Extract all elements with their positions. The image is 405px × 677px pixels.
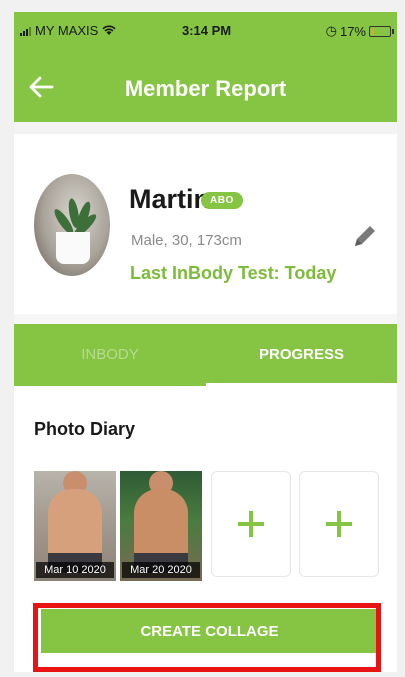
signal-icon [20, 26, 31, 36]
carrier-info: MY MAXIS [20, 23, 116, 38]
photo-diary-title: Photo Diary [34, 419, 136, 439]
battery-info: ◷ 17% [325, 23, 394, 39]
profile-card: Martin ABO Male, 30, 173cm Last InBody T… [14, 134, 397, 314]
active-tab-indicator [206, 383, 397, 386]
membership-badge: ABO [201, 192, 243, 209]
plus-icon [326, 511, 352, 537]
page-title: Member Report [124, 76, 287, 101]
title-bar: Member Report [14, 64, 397, 110]
diary-photo[interactable]: Mar 10 2020 [34, 471, 116, 581]
diary-photo[interactable]: Mar 20 2020 [120, 471, 202, 581]
last-test-label: Last InBody Test: Today [130, 263, 337, 283]
status-time: 3:14 PM [182, 23, 232, 38]
avatar [34, 174, 110, 276]
carrier-label: MY MAXIS [35, 23, 99, 38]
battery-percent: 17% [339, 23, 366, 39]
divider [14, 314, 397, 324]
tab-bar: INBODY PROGRESS [14, 324, 397, 386]
member-name: Martin [129, 184, 210, 214]
add-photo-button[interactable] [211, 471, 291, 577]
phone-screen: MY MAXIS 3:14 PM ◷ 17% Member Report Mar… [14, 12, 397, 672]
battery-icon [369, 25, 394, 37]
photo-date: Mar 20 2020 [122, 562, 200, 578]
highlight-box [33, 603, 381, 672]
member-details: Male, 30, 173cm [131, 232, 242, 249]
wifi-icon [102, 25, 116, 35]
divider [14, 122, 397, 134]
pencil-icon[interactable] [349, 220, 381, 252]
add-photo-button[interactable] [299, 471, 379, 577]
tab-inbody[interactable]: INBODY [14, 346, 206, 363]
alarm-icon: ◷ [325, 23, 337, 38]
status-bar: MY MAXIS 3:14 PM ◷ 17% [14, 12, 397, 50]
plus-icon [238, 511, 264, 537]
tab-progress[interactable]: PROGRESS [206, 346, 397, 363]
photo-date: Mar 10 2020 [36, 562, 114, 578]
